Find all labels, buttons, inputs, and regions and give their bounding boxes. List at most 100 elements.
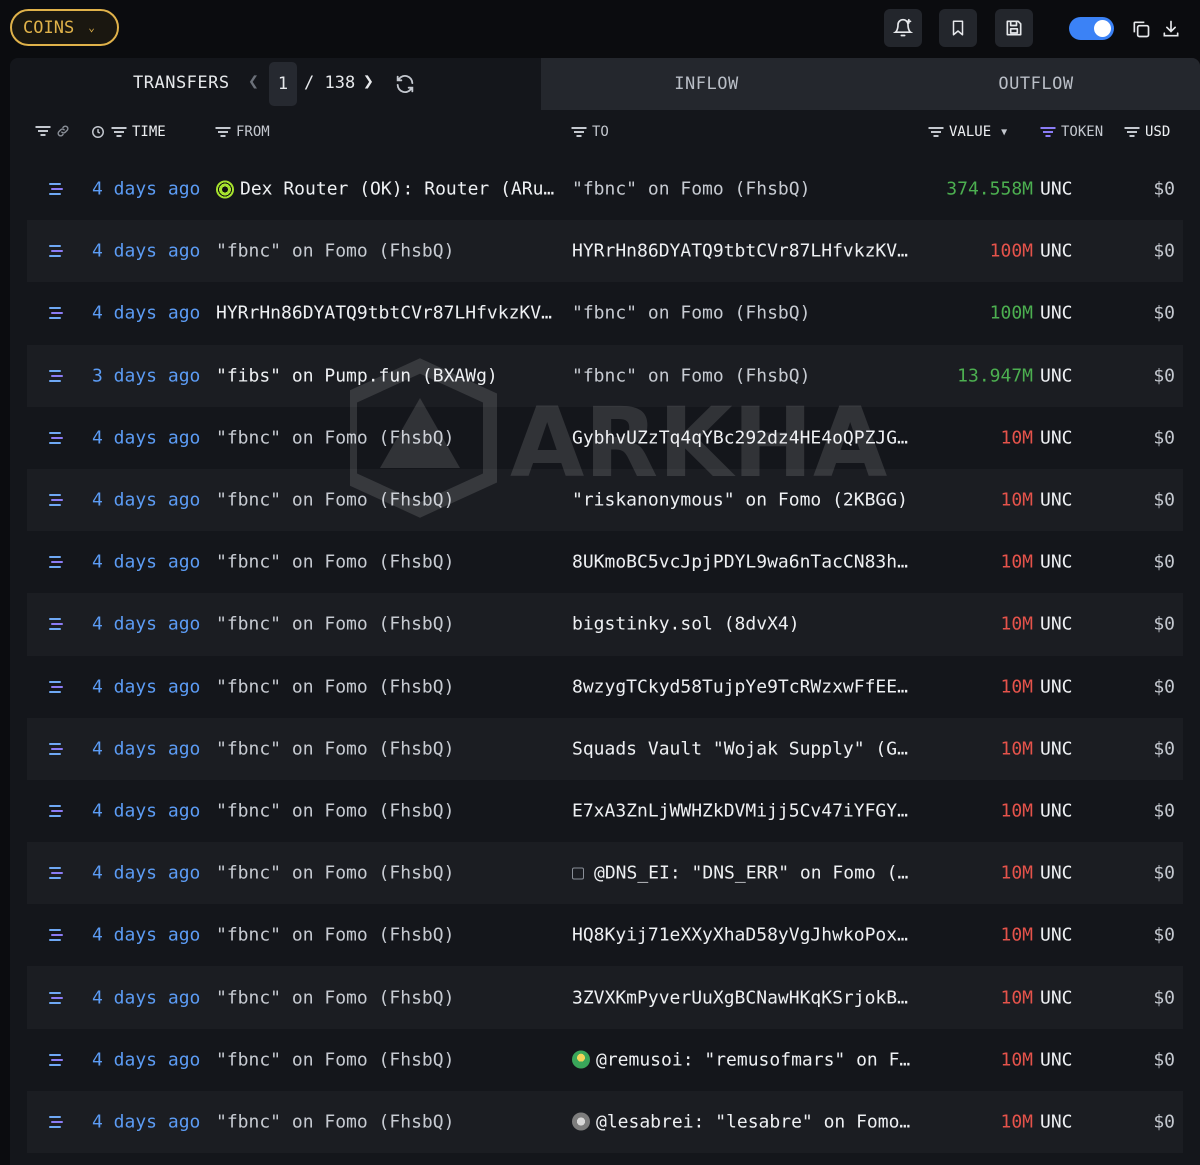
time-cell[interactable]: 4 days ago (92, 614, 200, 635)
token-cell[interactable]: UNC (1040, 800, 1073, 821)
table-row[interactable]: 4 days ago "fbnc" on Fomo (FhsbQ) HYRrHn86… (27, 220, 1183, 283)
link-filter[interactable] (35, 124, 70, 138)
to-cell[interactable]: "fbnc" on Fomo (FhsbQ) (572, 365, 917, 386)
time-cell[interactable]: 4 days ago (92, 676, 200, 697)
from-cell[interactable]: HYRrHn86DYATQ9tbtCVr87LHfvkzKV… (216, 303, 561, 324)
time-cell[interactable]: 4 days ago (92, 987, 200, 1008)
from-cell[interactable]: "fbnc" on Fomo (FhsbQ) (216, 241, 561, 262)
to-cell[interactable]: @DNS_EI: "DNS_ERR" on Fomo (5… (572, 863, 917, 884)
token-cell[interactable]: UNC (1040, 925, 1073, 946)
token-cell[interactable]: UNC (1040, 1111, 1073, 1132)
token-cell[interactable]: UNC (1040, 987, 1073, 1008)
column-from[interactable]: FROM (215, 124, 270, 140)
token-cell[interactable]: UNC (1040, 1049, 1073, 1070)
save-button[interactable] (995, 9, 1033, 47)
to-cell[interactable]: @remusoi: "remusofmars" on F… (572, 1049, 917, 1070)
to-cell[interactable]: GybhvUZzTq4qYBc292dz4HE4oQPZJG… (572, 427, 917, 448)
to-cell[interactable]: E7xA3ZnLjWWHZkDVMijj5Cv47iYFGY… (572, 800, 917, 821)
chevron-right-icon[interactable]: ❯ (363, 71, 374, 92)
table-row[interactable]: 4 days ago Dex Router (OK): Router (ARu… "… (27, 158, 1183, 220)
to-cell[interactable]: "riskanonymous" on Fomo (2KBGG) (572, 490, 917, 511)
from-cell[interactable]: "fbnc" on Fomo (FhsbQ) (216, 1111, 561, 1132)
token-cell[interactable]: UNC (1040, 365, 1073, 386)
from-cell[interactable]: "fibs" on Pump.fun (BXAWg) (216, 365, 561, 386)
page-input[interactable]: 1 (269, 62, 297, 106)
table-row[interactable]: 4 days ago "fbnc" on Fomo (FhsbQ) 8wzygTCk… (27, 656, 1183, 718)
column-time[interactable]: TIME (91, 124, 166, 140)
from-cell[interactable]: "fbnc" on Fomo (FhsbQ) (216, 800, 561, 821)
download-button[interactable] (1159, 17, 1183, 41)
time-cell[interactable]: 4 days ago (92, 863, 200, 884)
time-cell[interactable]: 3 days ago (92, 365, 200, 386)
time-cell[interactable]: 4 days ago (92, 1049, 200, 1070)
time-cell[interactable]: 4 days ago (92, 303, 200, 324)
coins-dropdown[interactable]: COINS ⌄ (10, 9, 119, 46)
from-cell[interactable]: Dex Router (OK): Router (ARu… (216, 179, 561, 200)
token-cell[interactable]: UNC (1040, 552, 1073, 573)
add-alert-button[interactable] (884, 9, 922, 47)
from-cell[interactable]: "fbnc" on Fomo (FhsbQ) (216, 738, 561, 759)
table-row[interactable]: 4 days ago "fbnc" on Fomo (FhsbQ) @DNS_EI:… (27, 842, 1183, 905)
table-row[interactable]: 4 days ago "fbnc" on Fomo (FhsbQ) E7xA3ZnL… (27, 780, 1183, 842)
from-cell[interactable]: "fbnc" on Fomo (FhsbQ) (216, 676, 561, 697)
time-cell[interactable]: 4 days ago (92, 179, 200, 200)
to-cell[interactable]: 8UKmoBC5vcJpjPDYL9wa6nTacCN83h… (572, 552, 917, 573)
token-cell[interactable]: UNC (1040, 863, 1073, 884)
time-cell[interactable]: 4 days ago (92, 925, 200, 946)
to-cell[interactable]: "fbnc" on Fomo (FhsbQ) (572, 179, 917, 200)
chevron-left-icon[interactable]: ❮ (248, 71, 259, 92)
from-cell[interactable]: "fbnc" on Fomo (FhsbQ) (216, 1049, 561, 1070)
view-toggle[interactable] (1069, 17, 1114, 40)
table-row[interactable]: 4 days ago "fbnc" on Fomo (FhsbQ) 3ZVXKmPy… (27, 966, 1183, 1029)
to-cell[interactable]: bigstinky.sol (8dvX4) (572, 614, 917, 635)
time-cell[interactable]: 4 days ago (92, 738, 200, 759)
from-cell[interactable]: "fbnc" on Fomo (FhsbQ) (216, 490, 561, 511)
table-row[interactable]: 4 days ago "fbnc" on Fomo (FhsbQ) "riskano… (27, 468, 1183, 532)
table-row[interactable]: 4 days ago "fbnc" on Fomo (FhsbQ) GybhvUZz… (27, 407, 1183, 469)
time-cell[interactable]: 4 days ago (92, 490, 200, 511)
time-cell[interactable]: 4 days ago (92, 241, 200, 262)
bookmark-button[interactable] (939, 9, 977, 47)
to-cell[interactable]: @lesabrei: "lesabre" on Fomo… (572, 1111, 917, 1132)
copy-button[interactable] (1129, 17, 1153, 41)
token-cell[interactable]: UNC (1040, 676, 1073, 697)
table-row[interactable]: 4 days ago "fbnc" on Fomo (FhsbQ) @remusoi… (27, 1029, 1183, 1091)
to-cell[interactable]: 8wzygTCkyd58TujpYe9TcRWzxwFfEE… (572, 676, 917, 697)
time-cell[interactable]: 4 days ago (92, 552, 200, 573)
tab-outflow[interactable]: OUTFLOW (872, 58, 1200, 110)
from-cell[interactable]: "fbnc" on Fomo (FhsbQ) (216, 863, 561, 884)
token-cell[interactable]: UNC (1040, 303, 1073, 324)
token-cell[interactable]: UNC (1040, 179, 1073, 200)
to-cell[interactable]: HYRrHn86DYATQ9tbtCVr87LHfvkzKV… (572, 241, 917, 262)
from-cell[interactable]: "fbnc" on Fomo (FhsbQ) (216, 925, 561, 946)
time-cell[interactable]: 4 days ago (92, 427, 200, 448)
column-to[interactable]: TO (571, 124, 609, 140)
table-row[interactable]: 4 days ago "fbnc" on Fomo (FhsbQ) Squads V… (27, 717, 1183, 780)
column-usd[interactable]: USD (1124, 124, 1170, 140)
column-value[interactable]: VALUE ▼ (928, 124, 1007, 140)
column-token[interactable]: TOKEN (1040, 124, 1103, 140)
token-cell[interactable]: UNC (1040, 490, 1073, 511)
tab-inflow[interactable]: INFLOW (541, 58, 872, 110)
from-cell[interactable]: "fbnc" on Fomo (FhsbQ) (216, 614, 561, 635)
to-cell[interactable]: "fbnc" on Fomo (FhsbQ) (572, 303, 917, 324)
from-cell[interactable]: "fbnc" on Fomo (FhsbQ) (216, 427, 561, 448)
token-cell[interactable]: UNC (1040, 738, 1073, 759)
refresh-icon[interactable] (394, 73, 416, 95)
token-cell[interactable]: UNC (1040, 241, 1073, 262)
to-cell[interactable]: HQ8Kyij71eXXyXhaD58yVgJhwkoPox… (572, 925, 917, 946)
table-row[interactable]: 4 days ago "fbnc" on Fomo (FhsbQ) HQ8Kyij7… (27, 904, 1183, 966)
from-cell[interactable]: "fbnc" on Fomo (FhsbQ) (216, 552, 561, 573)
tab-transfers[interactable]: TRANSFERS ❮ 1 / 138 ❯ (10, 58, 541, 110)
from-cell[interactable]: "fbnc" on Fomo (FhsbQ) (216, 987, 561, 1008)
token-cell[interactable]: UNC (1040, 614, 1073, 635)
to-cell[interactable]: Squads Vault "Wojak Supply" (G… (572, 738, 917, 759)
time-cell[interactable]: 4 days ago (92, 800, 200, 821)
table-row[interactable]: 4 days ago "fbnc" on Fomo (FhsbQ) bigstink… (27, 593, 1183, 656)
to-cell[interactable]: 3ZVXKmPyverUuXgBCNawHKqKSrjokB… (572, 987, 917, 1008)
time-cell[interactable]: 4 days ago (92, 1111, 200, 1132)
table-row[interactable]: 3 days ago "fibs" on Pump.fun (BXAWg) "fbn… (27, 344, 1183, 407)
token-cell[interactable]: UNC (1040, 427, 1073, 448)
table-row[interactable]: 4 days ago HYRrHn86DYATQ9tbtCVr87LHfvkzKV… (27, 282, 1183, 344)
table-row[interactable]: 4 days ago "fbnc" on Fomo (FhsbQ) @lesabre… (27, 1090, 1183, 1153)
